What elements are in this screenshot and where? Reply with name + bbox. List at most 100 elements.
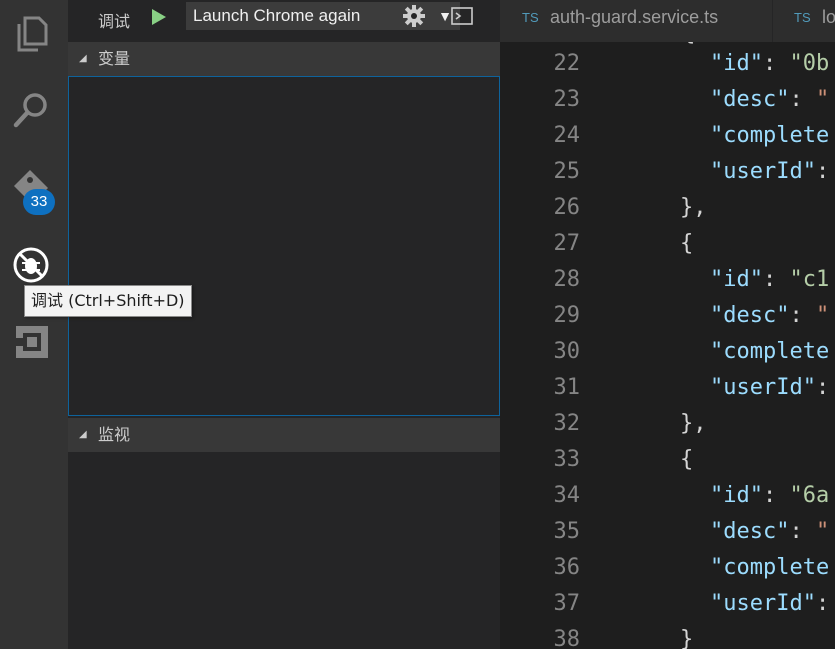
code-line: 32}, [500,408,835,444]
debug-toolbar: 调试 Launch Chrome again ▼ [68,0,500,42]
launch-config-value: Launch Chrome again [193,6,361,25]
debug-tooltip: 调试 (Ctrl+Shift+D) [24,285,192,317]
json-key: "complete [710,339,830,364]
typescript-icon: TS [522,10,539,25]
line-number: 22 [553,51,581,76]
code-line: 26}, [500,192,835,228]
line-number: 33 [553,447,581,472]
json-key: "complete [710,555,830,580]
debug-sidebar: 调试 Launch Chrome again ▼ ◢ 变量 ◢ 监视 [68,0,500,649]
code-line: 31 "userId": [500,372,835,408]
line-number: 38 [553,627,581,649]
code-text: "desc": " [710,87,829,112]
json-value: "6a [789,483,830,508]
punctuation: }, [680,195,707,220]
code-line: 25 "userId": [500,156,835,192]
code-line: 36 "complete [500,552,835,588]
tab-label: lo [822,7,835,27]
typescript-icon: TS [794,10,811,25]
punctuation: : [762,267,790,292]
code-line: 35 "desc": " [500,516,835,552]
code-text: }, [680,411,707,436]
code-text: "desc": " [710,303,829,328]
json-key: "desc" [710,87,790,112]
code-text: { [680,231,693,256]
punctuation: : [789,87,816,112]
tab-label: auth-guard.service.ts [550,7,719,27]
line-number: 35 [553,519,581,544]
code-line: 37 "userId": [500,588,835,624]
json-key: "id" [710,267,763,292]
code-line: 27 { [500,228,835,264]
code-text: } [680,627,693,649]
variables-label: 变量 [98,49,131,68]
variables-section-header[interactable]: ◢ 变量 [68,42,500,76]
code-text: }, [680,195,707,220]
line-number: 24 [553,123,581,148]
line-number: 34 [553,483,581,508]
punctuation: : [762,483,790,508]
source-control-badge: 33 [23,189,55,215]
line-number: 25 [553,159,581,184]
debug-console-icon[interactable] [451,7,473,25]
punctuation: { [680,447,694,472]
line-number: 29 [553,303,581,328]
code-line: 30 "complete [500,336,835,372]
punctuation: : [762,51,790,76]
code-text: "userId": [710,375,829,400]
json-key: "desc" [710,519,790,544]
code-line: 24 "complete [500,120,835,156]
line-number: 27 [553,231,581,256]
code-text: { [680,447,693,472]
code-line: 23 "desc": " [500,84,835,120]
json-key: "complete [710,123,830,148]
search-icon[interactable] [10,88,54,132]
start-debugging-icon[interactable] [151,8,167,26]
json-key: "userId" [710,591,816,616]
debug-title: 调试 [98,12,131,31]
punctuation: : [789,303,816,328]
json-value: "0b [789,51,830,76]
code-line: 33 { [500,444,835,480]
code-line: 28 "id": "c1 [500,264,835,300]
tab-auth-guard[interactable]: TS auth-guard.service.ts [500,0,773,42]
chevron-down-icon: ▼ [438,8,452,24]
punctuation: : [789,519,816,544]
line-number: 36 [553,555,581,580]
code-line: 38} [500,624,835,649]
punctuation: : [815,375,830,400]
gear-icon[interactable] [402,4,426,28]
line-number: 37 [553,591,581,616]
editor-tabs: TS auth-guard.service.ts TS lo [500,0,835,42]
json-value: " [815,87,830,112]
debug-icon[interactable] [10,243,54,287]
punctuation: } [680,627,694,649]
punctuation: }, [680,411,707,436]
json-value: "c1 [789,267,830,292]
code-editor[interactable]: { 22 "id": "0b 23 "desc": " 24 "complete 25 "us… [500,42,835,649]
code-text: "userId": [710,159,829,184]
explorer-files-icon[interactable] [10,12,54,56]
extensions-icon[interactable] [10,320,54,364]
collapse-triangle-icon: ◢ [79,429,87,440]
tab-second[interactable]: TS lo [773,0,835,42]
watch-section-header[interactable]: ◢ 监视 [68,418,500,452]
collapse-triangle-icon: ◢ [79,53,87,64]
code-line: 29 "desc": " [500,300,835,336]
code-line: 22 "id": "0b [500,48,835,84]
watch-label: 监视 [98,425,131,444]
json-value: " [815,303,830,328]
code-text: "complete [710,555,829,580]
line-number: 26 [553,195,581,220]
variables-panel [68,76,500,416]
punctuation: : [815,591,830,616]
code-text: "id": "6a [710,483,829,508]
code-text: "complete [710,123,829,148]
json-key: "desc" [710,303,790,328]
code-line: 34 "id": "6a [500,480,835,516]
line-number: 28 [553,267,581,292]
code-text: "desc": " [710,519,829,544]
code-text: "complete [710,339,829,364]
line-number: 32 [553,411,581,436]
json-key: "id" [710,51,763,76]
